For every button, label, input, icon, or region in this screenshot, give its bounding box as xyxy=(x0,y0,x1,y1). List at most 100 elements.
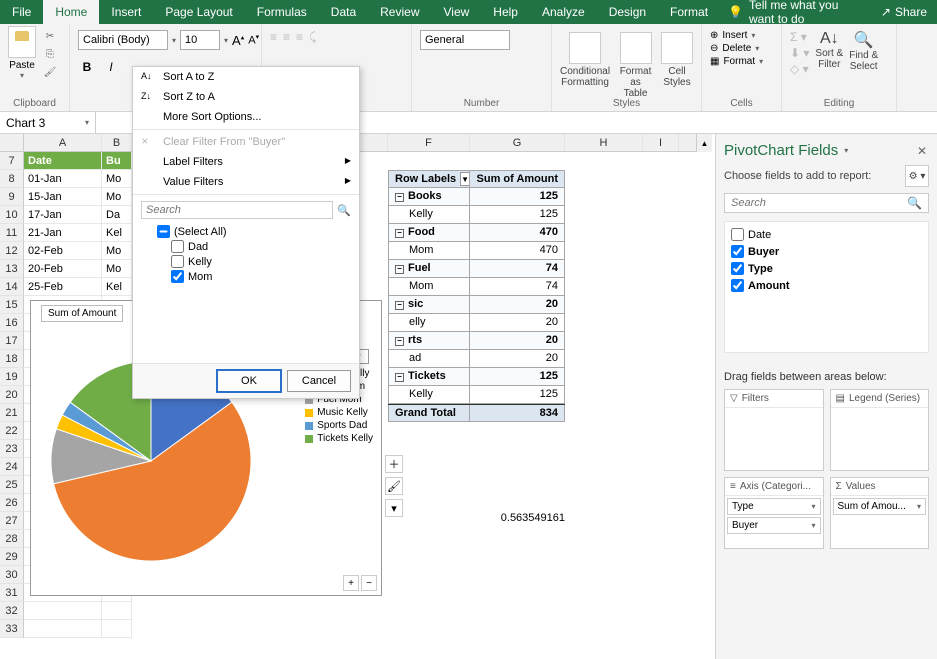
sigma-icon: Σ xyxy=(836,481,842,492)
funnel-icon: ▽ xyxy=(730,393,738,404)
area-field-chip[interactable]: Buyer▾ xyxy=(727,517,821,534)
tab-analyze[interactable]: Analyze xyxy=(530,0,597,24)
fill-icon[interactable]: ⬇ ▾ xyxy=(790,46,809,60)
col-header-B[interactable]: B xyxy=(102,134,132,151)
paste-button[interactable]: Paste ▾ xyxy=(8,26,36,80)
chart-zoom-in[interactable]: + xyxy=(343,575,359,591)
field-item[interactable]: Type xyxy=(729,260,924,277)
sort-az-item[interactable]: A↓Sort A to Z xyxy=(133,67,359,87)
name-box[interactable]: Chart 3 ▾ xyxy=(0,112,96,133)
legend-item: Sports Dad xyxy=(305,420,373,431)
legend-area[interactable]: ▤Legend (Series) xyxy=(830,389,930,471)
share-button[interactable]: ↗ Share xyxy=(871,0,937,24)
ok-button[interactable]: OK xyxy=(217,370,281,392)
pivot-filter-button[interactable]: ▼ xyxy=(460,172,470,186)
align-top-icon[interactable]: ≡ xyxy=(270,30,277,45)
fields-pane-title: PivotChart Fields ▾ xyxy=(724,142,929,159)
decrease-font-icon[interactable]: A▾ xyxy=(248,33,259,47)
align-middle-icon[interactable]: ≡ xyxy=(283,30,290,45)
chart-funnel-button[interactable]: ▾ xyxy=(385,499,403,517)
values-area[interactable]: ΣValues Sum of Amou...▾ xyxy=(830,477,930,549)
cell-styles-button[interactable]: Cell Styles xyxy=(661,32,693,99)
chart-zoom-out[interactable]: − xyxy=(361,575,377,591)
field-item[interactable]: Buyer xyxy=(729,243,924,260)
clipboard-group-label: Clipboard xyxy=(0,98,69,109)
tab-review[interactable]: Review xyxy=(368,0,431,24)
filter-value-item[interactable]: Dad xyxy=(171,240,351,253)
chart-brush-button[interactable]: 🖌 xyxy=(385,477,403,495)
font-name-select[interactable] xyxy=(78,30,168,50)
more-sort-item[interactable]: More Sort Options... xyxy=(133,107,359,127)
filter-value-item[interactable]: Mom xyxy=(171,270,351,283)
field-item[interactable]: Date xyxy=(729,226,924,243)
tab-formulas[interactable]: Formulas xyxy=(245,0,319,24)
tab-file[interactable]: File xyxy=(0,0,43,24)
find-select-button[interactable]: 🔍Find & Select xyxy=(849,30,878,76)
tab-data[interactable]: Data xyxy=(319,0,368,24)
filter-value-item[interactable]: (Select All) xyxy=(157,225,351,238)
clipboard-icon xyxy=(8,26,36,58)
col-header-F[interactable]: F xyxy=(388,134,470,151)
font-size-select[interactable] xyxy=(180,30,220,50)
insert-cells-button[interactable]: ⊕ Insert ▾ xyxy=(710,30,773,41)
filter-value-item[interactable]: Kelly xyxy=(171,255,351,268)
copy-icon[interactable]: ⎘ xyxy=(42,46,58,62)
format-as-table-button[interactable]: Format as Table xyxy=(618,32,653,99)
chart-plus-button[interactable]: ＋ xyxy=(385,455,403,473)
tab-help[interactable]: Help xyxy=(481,0,530,24)
axis-area[interactable]: ≡Axis (Categori... Type▾Buyer▾ xyxy=(724,477,824,549)
pivotchart-fields-pane: PivotChart Fields ▾ ✕ Choose fields to a… xyxy=(715,134,937,659)
clear-filter-item: ⨯Clear Filter From "Buyer" xyxy=(133,132,359,152)
cancel-button[interactable]: Cancel xyxy=(287,370,351,392)
tab-pagelayout[interactable]: Page Layout xyxy=(153,0,244,24)
close-icon[interactable]: ✕ xyxy=(917,144,927,158)
filter-search-input[interactable] xyxy=(141,201,333,219)
increase-font-icon[interactable]: A▴ xyxy=(232,33,244,48)
tab-insert[interactable]: Insert xyxy=(99,0,153,24)
row[interactable]: 32 xyxy=(0,602,712,620)
legend-item: Music Kelly xyxy=(305,407,373,418)
conditional-formatting-button[interactable]: Conditional Formatting xyxy=(560,32,610,99)
col-header-I[interactable]: I xyxy=(643,134,679,151)
editing-group: Σ ▾ ⬇ ▾ ◇ ▾ A↓Sort & Filter 🔍Find & Sele… xyxy=(782,24,897,111)
gear-icon[interactable]: ⚙ ▾ xyxy=(905,165,929,187)
delete-cells-button[interactable]: ⊖ Delete ▾ xyxy=(710,43,773,54)
format-cells-button[interactable]: ▦ Format ▾ xyxy=(710,56,773,67)
pivot-table[interactable]: Row Labels▼ Sum of Amount −Books125Kelly… xyxy=(388,170,565,422)
italic-button[interactable]: I xyxy=(102,58,120,76)
value-filters-item[interactable]: Value Filters▶ xyxy=(133,172,359,192)
fields-search-input[interactable] xyxy=(731,197,907,209)
col-header-H[interactable]: H xyxy=(565,134,643,151)
col-header-G[interactable]: G xyxy=(470,134,565,151)
area-field-chip[interactable]: Type▾ xyxy=(727,498,821,515)
align-bottom-icon[interactable]: ≡ xyxy=(296,30,303,45)
fields-search-box[interactable]: 🔍 xyxy=(724,193,929,213)
tab-design[interactable]: Design xyxy=(597,0,658,24)
fields-list: DateBuyerTypeAmount xyxy=(724,221,929,353)
bold-button[interactable]: B xyxy=(78,58,96,76)
legend-item: Tickets Kelly xyxy=(305,433,373,444)
field-item[interactable]: Amount xyxy=(729,277,924,294)
tab-view[interactable]: View xyxy=(432,0,482,24)
chart-title-box[interactable]: Sum of Amount xyxy=(41,305,123,322)
label-filters-item[interactable]: Label Filters▶ xyxy=(133,152,359,172)
filters-area[interactable]: ▽Filters xyxy=(724,389,824,471)
tellme-box[interactable]: 💡 Tell me what you want to do xyxy=(720,0,871,24)
orientation-icon[interactable]: ⤹ xyxy=(309,30,316,45)
row[interactable]: 33 xyxy=(0,620,712,638)
sort-filter-button[interactable]: A↓Sort & Filter xyxy=(815,30,843,76)
clear-icon[interactable]: ◇ ▾ xyxy=(790,62,809,76)
tab-home[interactable]: Home xyxy=(43,0,99,24)
fields-pane-subtitle: Choose fields to add to report: xyxy=(724,170,871,182)
cut-icon[interactable]: ✂ xyxy=(42,28,58,44)
share-label: Share xyxy=(895,5,927,19)
tab-format[interactable]: Format xyxy=(658,0,720,24)
format-painter-icon[interactable]: 🖌 xyxy=(42,64,58,80)
fields-pane-menu[interactable]: ▾ xyxy=(844,146,848,155)
area-field-chip[interactable]: Sum of Amou...▾ xyxy=(833,498,927,515)
number-format-select[interactable] xyxy=(420,30,510,50)
col-header-A[interactable]: A xyxy=(24,134,102,151)
autosum-icon[interactable]: Σ ▾ xyxy=(790,30,809,44)
scroll-up-button[interactable]: ▲ xyxy=(696,134,712,152)
sort-za-item[interactable]: Z↓Sort Z to A xyxy=(133,87,359,107)
